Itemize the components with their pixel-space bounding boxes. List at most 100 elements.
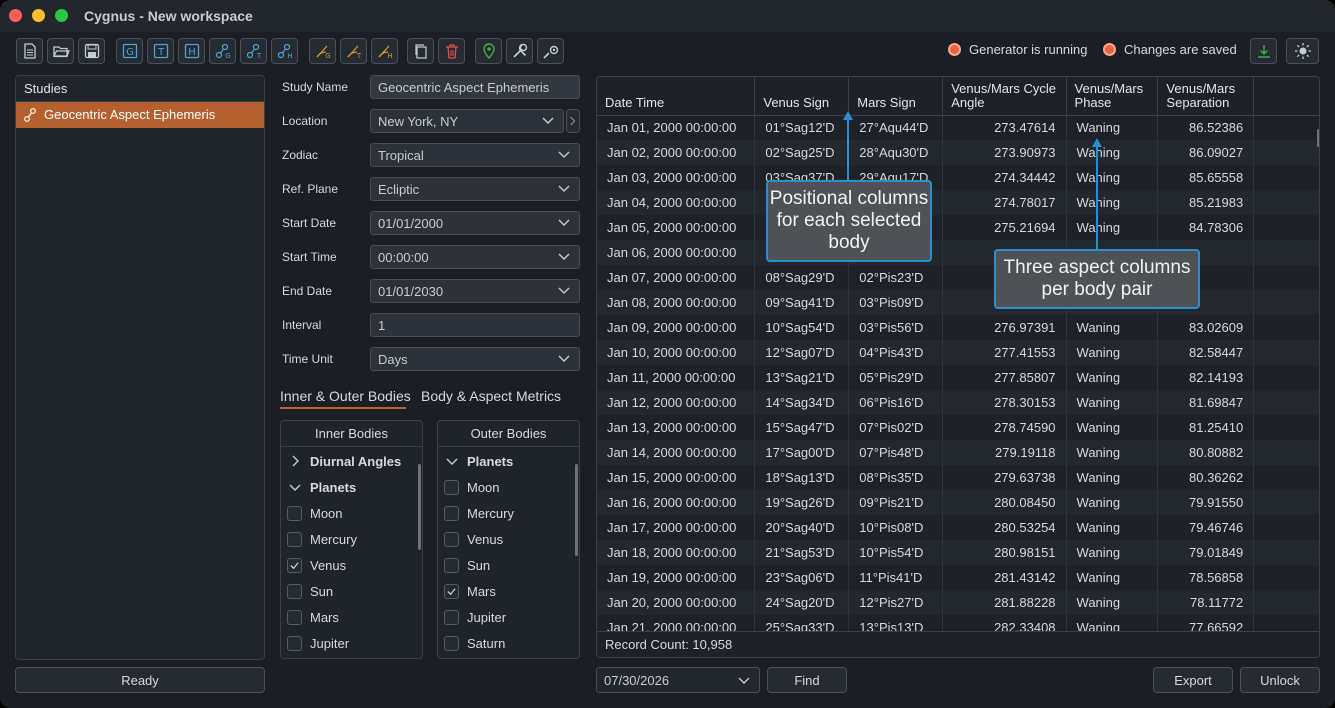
outer-body-moon[interactable]: Moon <box>444 476 500 498</box>
copy-button[interactable] <box>407 38 434 64</box>
table-row[interactable]: Jan 03, 2000 00:00:00 03°Sag37'D 29°Aqu17'… <box>597 165 1319 190</box>
group-diurnal-angles[interactable]: Diurnal Angles <box>287 450 401 472</box>
table-row[interactable]: Jan 19, 2000 00:00:00 23°Sag06'D 11°Pis41'… <box>597 565 1319 590</box>
checkbox[interactable] <box>444 505 459 521</box>
geocentric-study-button[interactable]: G <box>116 38 143 64</box>
table-row[interactable]: Jan 18, 2000 00:00:00 21°Sag53'D 10°Pis54'… <box>597 540 1319 565</box>
location-expand-button[interactable] <box>566 109 580 133</box>
settings-gear-button[interactable] <box>537 38 564 64</box>
topocentric-angle-button[interactable]: T <box>340 38 367 64</box>
location-button[interactable] <box>475 38 502 64</box>
tab-body-aspect-metrics[interactable]: Body & Aspect Metrics <box>421 388 561 404</box>
table-row[interactable]: Jan 15, 2000 00:00:00 18°Sag13'D 08°Pis35'… <box>597 465 1319 490</box>
checkbox[interactable] <box>287 505 302 521</box>
tab-inner-outer-bodies[interactable]: Inner & Outer Bodies <box>280 388 411 404</box>
geocentric-angle-button[interactable]: G <box>309 38 336 64</box>
table-row[interactable]: Jan 01, 2000 00:00:00 01°Sag12'D 27°Aqu44'… <box>597 115 1319 140</box>
table-row[interactable]: Jan 11, 2000 00:00:00 13°Sag21'D 05°Pis29'… <box>597 365 1319 390</box>
topocentric-study-button[interactable]: T <box>147 38 174 64</box>
save-button[interactable] <box>78 38 105 64</box>
outer-body-venus[interactable]: Venus <box>444 528 503 550</box>
outer-body-sun[interactable]: Sun <box>444 554 490 576</box>
close-window-button[interactable] <box>9 9 22 22</box>
table-row[interactable]: Jan 12, 2000 00:00:00 14°Sag34'D 06°Pis16'… <box>597 390 1319 415</box>
zoom-window-button[interactable] <box>55 9 68 22</box>
column-header-mars-sign[interactable]: Mars Sign <box>848 77 944 116</box>
table-row[interactable]: Jan 05, 2000 00:00:00 275.21694 Waning 84.7… <box>597 215 1319 240</box>
location-select[interactable]: New York, NY <box>370 109 564 133</box>
study-name-input[interactable]: Geocentric Aspect Ephemeris <box>370 75 580 99</box>
end-date-picker[interactable]: 01/01/2030 <box>370 279 580 303</box>
heliocentric-study-button[interactable]: H <box>178 38 205 64</box>
checkbox[interactable] <box>287 583 302 599</box>
minimize-window-button[interactable] <box>32 9 45 22</box>
export-button[interactable]: Export <box>1153 667 1233 693</box>
table-row[interactable]: Jan 04, 2000 00:00:00 274.78017 Waning 85.2… <box>597 190 1319 215</box>
new-file-button[interactable] <box>16 38 43 64</box>
inner-body-sun[interactable]: Sun <box>287 580 333 602</box>
ref-plane-select[interactable]: Ecliptic <box>370 177 580 201</box>
start-time-picker[interactable]: 00:00:00 <box>370 245 580 269</box>
inner-body-jupiter[interactable]: Jupiter <box>287 632 349 654</box>
outer-bodies-scrollbar[interactable] <box>575 464 578 556</box>
table-row[interactable]: Jan 06, 2000 00:00:00 <box>597 240 1319 265</box>
interval-input[interactable]: 1 <box>370 313 580 337</box>
geocentric-aspect-button[interactable]: G <box>209 38 236 64</box>
inner-body-mercury[interactable]: Mercury <box>287 528 357 550</box>
table-row[interactable]: Jan 08, 2000 00:00:00 09°Sag41'D 03°Pis09'… <box>597 290 1319 315</box>
group-planets-inner[interactable]: Planets <box>287 476 356 498</box>
group-planets-outer[interactable]: Planets <box>444 450 513 472</box>
table-cell: 01°Sag12'D <box>754 115 850 140</box>
theme-toggle-button[interactable] <box>1286 38 1319 64</box>
column-header-date-time[interactable]: Date Time <box>597 77 756 116</box>
find-button[interactable]: Find <box>767 667 847 693</box>
outer-body-mars[interactable]: Mars <box>444 580 496 602</box>
inner-body-mars[interactable]: Mars <box>287 606 339 628</box>
study-item-geocentric-aspect-ephemeris[interactable]: Geocentric Aspect Ephemeris <box>16 102 264 128</box>
heliocentric-aspect-button[interactable]: H <box>271 38 298 64</box>
outer-body-jupiter[interactable]: Jupiter <box>444 606 506 628</box>
column-header-separation[interactable]: Venus/Mars Separation <box>1157 77 1255 116</box>
download-button[interactable] <box>1250 38 1277 64</box>
table-row[interactable]: Jan 09, 2000 00:00:00 10°Sag54'D 03°Pis56'… <box>597 315 1319 340</box>
inner-body-moon[interactable]: Moon <box>287 502 343 524</box>
start-date-picker[interactable]: 01/01/2000 <box>370 211 580 235</box>
time-unit-select[interactable]: Days <box>370 347 580 371</box>
column-header-cycle-angle[interactable]: Venus/Mars Cycle Angle <box>942 77 1067 116</box>
outer-body-saturn[interactable]: Saturn <box>444 632 505 654</box>
table-row[interactable]: Jan 14, 2000 00:00:00 17°Sag00'D 07°Pis48'… <box>597 440 1319 465</box>
checkbox[interactable] <box>444 609 459 625</box>
checkbox[interactable] <box>287 609 302 625</box>
inner-bodies-scrollbar[interactable] <box>418 464 421 550</box>
zodiac-select[interactable]: Tropical <box>370 143 580 167</box>
column-header-phase[interactable]: Venus/Mars Phase <box>1066 77 1159 116</box>
checkbox-checked[interactable] <box>444 583 459 599</box>
unlock-button[interactable]: Unlock <box>1240 667 1320 693</box>
table-row[interactable]: Jan 17, 2000 00:00:00 20°Sag40'D 10°Pis08'… <box>597 515 1319 540</box>
table-row[interactable]: Jan 20, 2000 00:00:00 24°Sag20'D 12°Pis27'… <box>597 590 1319 615</box>
outer-body-mercury[interactable]: Mercury <box>444 502 514 524</box>
inner-body-venus[interactable]: Venus <box>287 554 346 576</box>
table-row[interactable]: Jan 10, 2000 00:00:00 12°Sag07'D 04°Pis43'… <box>597 340 1319 365</box>
table-row[interactable]: Jan 21, 2000 00:00:00 25°Sag33'D 13°Pis13'… <box>597 615 1319 631</box>
checkbox[interactable] <box>444 557 459 573</box>
heliocentric-angle-button[interactable]: H <box>371 38 398 64</box>
checkbox-checked[interactable] <box>287 557 302 573</box>
topocentric-aspect-button[interactable]: T <box>240 38 267 64</box>
table-row[interactable]: Jan 07, 2000 00:00:00 08°Sag29'D 02°Pis23'… <box>597 265 1319 290</box>
table-row[interactable]: Jan 16, 2000 00:00:00 19°Sag26'D 09°Pis21'… <box>597 490 1319 515</box>
checkbox[interactable] <box>444 531 459 547</box>
ready-status-button[interactable]: Ready <box>15 667 265 693</box>
checkbox[interactable] <box>287 635 302 651</box>
checkbox[interactable] <box>444 635 459 651</box>
table-row[interactable]: Jan 02, 2000 00:00:00 02°Sag25'D 28°Aqu30'… <box>597 140 1319 165</box>
find-date-picker[interactable]: 07/30/2026 <box>596 667 760 693</box>
table-row[interactable]: Jan 13, 2000 00:00:00 15°Sag47'D 07°Pis02'… <box>597 415 1319 440</box>
open-folder-button[interactable] <box>47 38 74 64</box>
column-header-venus-sign[interactable]: Venus Sign <box>754 77 850 116</box>
checkbox[interactable] <box>444 479 459 495</box>
settings-wrench-button[interactable] <box>506 38 533 64</box>
checkbox[interactable] <box>287 531 302 547</box>
grid-scrollbar[interactable] <box>1317 129 1319 147</box>
delete-button[interactable] <box>438 38 465 64</box>
